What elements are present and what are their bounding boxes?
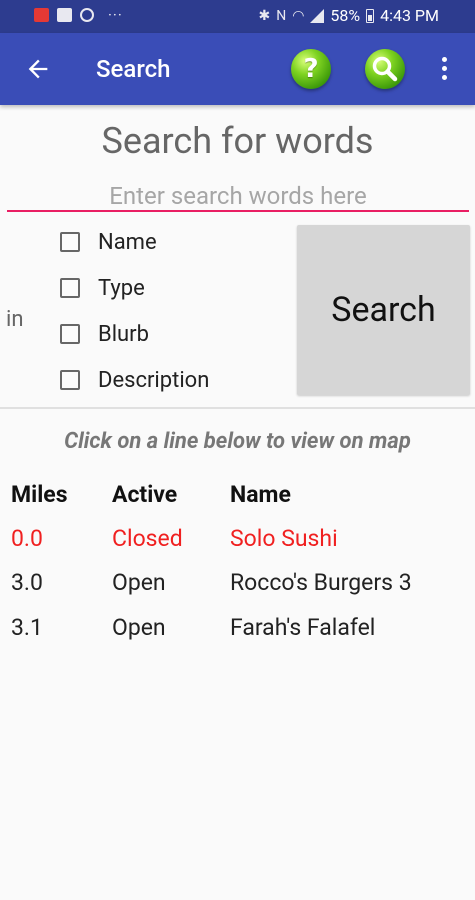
help-icon[interactable]: ? bbox=[291, 49, 331, 89]
status-bar: ··· ✱ N ◠ 58% 4:43 PM bbox=[0, 0, 475, 33]
search-button[interactable]: Search bbox=[297, 225, 470, 395]
battery-icon bbox=[366, 8, 375, 23]
blurb-checkbox[interactable] bbox=[60, 324, 80, 344]
menu-dot bbox=[441, 57, 447, 62]
row-name: Farah's Falafel bbox=[230, 614, 376, 641]
notification-icons: ··· bbox=[34, 6, 123, 24]
divider bbox=[0, 407, 475, 409]
row-active-status: Closed bbox=[112, 525, 183, 552]
search-input[interactable] bbox=[7, 182, 469, 212]
miles-column-header: Miles bbox=[11, 481, 68, 508]
description-checkbox-row[interactable]: Description bbox=[60, 365, 209, 395]
menu-dot bbox=[441, 66, 447, 71]
clock: 4:43 PM bbox=[380, 6, 439, 25]
back-arrow-icon[interactable] bbox=[24, 55, 52, 83]
name-column-header: Name bbox=[230, 481, 291, 508]
more-notifications-icon: ··· bbox=[108, 6, 123, 24]
row-name: Rocco's Burgers 3 bbox=[230, 569, 412, 596]
battery-percent: 58% bbox=[330, 6, 361, 25]
row-miles: 3.0 bbox=[11, 569, 43, 596]
row-miles: 0.0 bbox=[11, 525, 43, 552]
bluetooth-icon: ✱ bbox=[258, 7, 271, 24]
nfc-icon: N bbox=[276, 7, 287, 24]
app-bar: Search ? bbox=[0, 33, 475, 105]
name-checkbox-row[interactable]: Name bbox=[60, 227, 157, 257]
signal-icon bbox=[310, 8, 325, 23]
row-name: Solo Sushi bbox=[230, 525, 338, 552]
type-checkbox-label: Type bbox=[98, 275, 145, 301]
blurb-checkbox-row[interactable]: Blurb bbox=[60, 319, 149, 349]
description-checkbox-label: Description bbox=[98, 367, 210, 393]
page-heading: Search for words bbox=[101, 120, 374, 162]
active-column-header: Active bbox=[112, 481, 178, 508]
wifi-icon: ◠ bbox=[292, 7, 305, 24]
name-checkbox-label: Name bbox=[98, 229, 157, 255]
calendar-notification-icon bbox=[34, 8, 49, 22]
in-label: in bbox=[6, 307, 24, 332]
description-checkbox[interactable] bbox=[60, 370, 80, 390]
type-checkbox-row[interactable]: Type bbox=[60, 273, 145, 303]
account-notification-icon bbox=[80, 8, 94, 22]
gallery-notification-icon bbox=[57, 8, 72, 22]
menu-dot bbox=[441, 75, 447, 80]
map-hint: Click on a line below to view on map bbox=[64, 429, 411, 454]
row-active-status: Open bbox=[112, 569, 166, 596]
magnifier-glyph bbox=[372, 56, 398, 82]
row-active-status: Open bbox=[112, 614, 166, 641]
name-checkbox[interactable] bbox=[60, 232, 80, 252]
app-title: Search bbox=[96, 55, 171, 83]
type-checkbox[interactable] bbox=[60, 278, 80, 298]
blurb-checkbox-label: Blurb bbox=[98, 321, 149, 347]
system-status: ✱ N ◠ 58% 4:43 PM bbox=[258, 6, 439, 25]
overflow-menu-icon[interactable] bbox=[436, 55, 452, 83]
row-miles: 3.1 bbox=[11, 614, 43, 641]
magnifier-icon[interactable] bbox=[365, 49, 405, 89]
